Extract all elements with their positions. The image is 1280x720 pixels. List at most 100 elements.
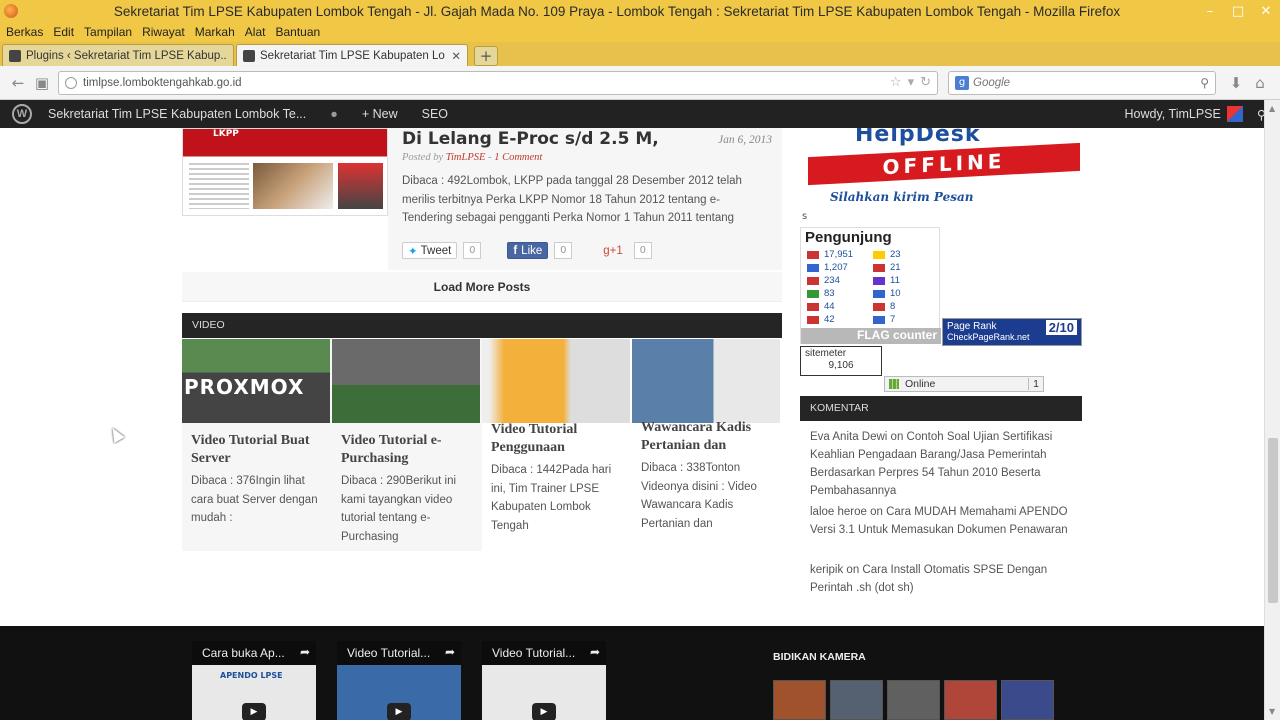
minimize-button[interactable]: – (1196, 4, 1224, 19)
sitemeter-badge[interactable]: sitemeter 9,106 (800, 346, 882, 376)
home-icon[interactable]: ⌂ (1248, 74, 1272, 92)
url-bar[interactable]: ☆ ▾ ↻ (58, 70, 938, 95)
video-thumbnail[interactable] (482, 339, 630, 423)
menu-alat[interactable]: Alat (245, 25, 266, 39)
share-icon[interactable]: ➦ (300, 645, 310, 659)
video-card[interactable]: PROXMOX Video Tutorial Buat Server Dibac… (182, 339, 332, 551)
firefox-icon[interactable] (4, 4, 18, 18)
menu-tampilan[interactable]: Tampilan (84, 25, 132, 39)
visitor-row: 42 (807, 313, 853, 326)
helpdesk-banner[interactable]: HelpDesk OFFLINE Silahkan kirim Pesan (800, 128, 1082, 210)
tab-plugins[interactable]: Plugins ‹ Sekretariat Tim LPSE Kabup... (2, 44, 234, 66)
video-title[interactable]: Video Tutorial Penggunaan (491, 421, 632, 457)
video-card[interactable]: Video Tutorial Penggunaan Dibaca : 1442P… (482, 339, 632, 551)
tab-close-icon[interactable]: ✕ (451, 49, 461, 63)
play-icon[interactable]: ▶ (532, 703, 556, 720)
author-link[interactable]: TimLPSE (446, 152, 486, 163)
tab-site[interactable]: Sekretariat Tim LPSE Kabupaten Lom... ✕ (236, 44, 468, 66)
video-title[interactable]: Video Tutorial Buat Server (191, 432, 332, 468)
url-input[interactable] (83, 76, 884, 89)
gallery-photo[interactable] (887, 680, 940, 720)
seo-menu[interactable]: SEO (422, 107, 448, 121)
search-icon[interactable]: ⚲ (1200, 76, 1209, 90)
youtube-title: Video Tutorial... (482, 641, 606, 665)
youtube-video[interactable]: Video Tutorial... ➦ ▶ (337, 641, 461, 720)
visitor-count: 42 (824, 314, 835, 325)
menu-berkas[interactable]: Berkas (6, 25, 43, 39)
comment-author[interactable]: keripik (810, 564, 843, 576)
scroll-down-icon[interactable]: ▼ (1269, 707, 1275, 716)
tab-bar: Plugins ‹ Sekretariat Tim LPSE Kabup... … (0, 42, 1280, 66)
maximize-button[interactable]: □ (1224, 4, 1252, 19)
gplus-count: 0 (633, 242, 652, 259)
youtube-video[interactable]: Video Tutorial... ➦ ▶ (482, 641, 606, 720)
menu-markah[interactable]: Markah (195, 25, 235, 39)
gallery-photo[interactable] (830, 680, 883, 720)
video-card[interactable]: Wawancara Kadis Pertanian dan Dibaca : 3… (632, 339, 782, 551)
bookmark-folder-icon[interactable]: ▣ (30, 74, 54, 92)
gplus-button[interactable]: g+1 (598, 242, 628, 259)
menu-riwayat[interactable]: Riwayat (142, 25, 185, 39)
video-excerpt: Dibaca : 338Tonton Videonya disini : Vid… (641, 462, 757, 530)
download-icon[interactable]: ⬇ (1224, 74, 1248, 92)
recent-comment: laloe heroe on Cara MUDAH Memahami APEND… (810, 503, 1070, 539)
like-count: 0 (554, 242, 573, 259)
visitor-count: 83 (824, 288, 835, 299)
back-arrow-icon[interactable]: ← (6, 74, 30, 92)
flag-icon (873, 250, 885, 259)
google-icon[interactable]: g (955, 75, 969, 90)
play-icon[interactable]: ▶ (387, 703, 411, 720)
flag-icon (807, 289, 819, 298)
video-thumbnail[interactable]: PROXMOX (182, 339, 330, 423)
comment-link[interactable]: 1 Comment (494, 152, 542, 163)
sitemeter-label: sitemeter (805, 348, 847, 359)
post-title[interactable]: Di Lelang E-Proc s/d 2.5 M, (402, 129, 768, 149)
online-widget[interactable]: Online 1 (884, 376, 1044, 392)
comment-author[interactable]: Eva Anita Dewi (810, 431, 887, 443)
flag-counter-widget[interactable]: Pengunjung 17,951 1,207 234 83 44 42 23 … (800, 227, 941, 344)
video-thumbnail[interactable] (632, 339, 780, 423)
new-tab-button[interactable]: + (474, 46, 498, 66)
gallery-photo[interactable] (1001, 680, 1054, 720)
star-icon[interactable]: ☆ (890, 75, 902, 90)
share-icon[interactable]: ➦ (445, 645, 455, 659)
tweet-button[interactable]: ✦ Tweet (402, 242, 458, 259)
wordpress-favicon-icon (9, 49, 21, 62)
close-button[interactable]: ✕ (1252, 4, 1280, 19)
menu-edit[interactable]: Edit (53, 25, 74, 39)
wordpress-logo-icon[interactable]: W (12, 104, 32, 124)
scroll-up-icon[interactable]: ▲ (1269, 104, 1275, 113)
video-title[interactable]: Wawancara Kadis Pertanian dan (641, 419, 782, 455)
recent-comment: Eva Anita Dewi on Contoh Soal Ujian Sert… (810, 428, 1070, 500)
window-titlebar: Sekretariat Tim LPSE Kabupaten Lombok Te… (0, 0, 1280, 22)
like-label: Like (521, 244, 543, 257)
site-name-link[interactable]: Sekretariat Tim LPSE Kabupaten Lombok Te… (48, 107, 306, 121)
youtube-video[interactable]: Cara buka Ap... ➦ APENDO LPSE ▶ (192, 641, 316, 720)
like-button[interactable]: f Like (507, 242, 549, 259)
video-thumbnail[interactable] (332, 339, 480, 423)
avatar[interactable] (1226, 106, 1243, 122)
dropdown-icon[interactable]: ▾ (908, 75, 915, 90)
play-icon[interactable]: ▶ (242, 703, 266, 720)
post-thumbnail[interactable]: LKPP (182, 128, 388, 216)
gallery-photo[interactable] (944, 680, 997, 720)
howdy-user[interactable]: Howdy, TimLPSE (1125, 107, 1221, 121)
gallery-photo[interactable] (773, 680, 826, 720)
video-card[interactable]: Video Tutorial e-Purchasing Dibaca : 290… (332, 339, 482, 551)
site-favicon-icon (243, 49, 255, 62)
menu-bar: Berkas Edit Tampilan Riwayat Markah Alat… (0, 22, 1280, 42)
pagerank-badge[interactable]: Page Rank 2/10 CheckPageRank.net (942, 318, 1082, 346)
video-title[interactable]: Video Tutorial e-Purchasing (341, 432, 482, 468)
share-icon[interactable]: ➦ (590, 645, 600, 659)
menu-bantuan[interactable]: Bantuan (275, 25, 320, 39)
reload-icon[interactable]: ↻ (920, 75, 931, 90)
load-more-button[interactable]: Load More Posts (182, 272, 782, 302)
scrollbar-thumb[interactable] (1268, 438, 1278, 603)
twitter-icon: ✦ (408, 245, 418, 258)
vertical-scrollbar[interactable]: ▲ ▼ (1264, 100, 1280, 720)
comments-icon[interactable]: ● (330, 107, 338, 121)
search-bar[interactable]: g ⚲ (948, 70, 1216, 95)
new-content-button[interactable]: + New (362, 107, 398, 121)
comment-author[interactable]: laloe heroe (810, 506, 867, 518)
search-input[interactable] (973, 76, 1201, 89)
